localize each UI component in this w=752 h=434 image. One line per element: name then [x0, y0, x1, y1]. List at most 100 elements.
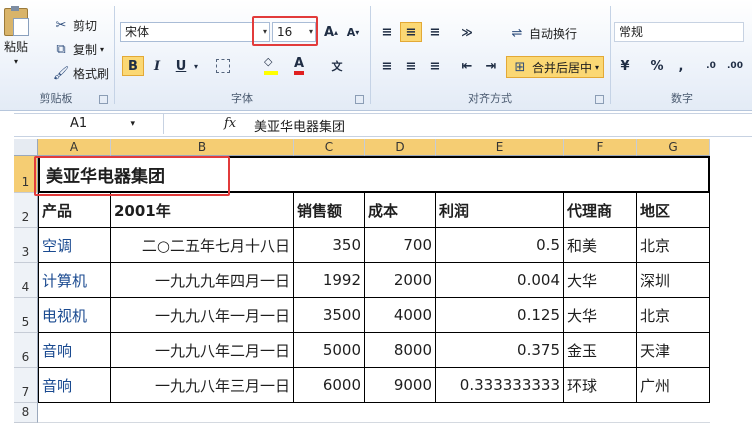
column-header-a[interactable]: A	[38, 139, 111, 156]
italic-button[interactable]: I	[146, 56, 168, 76]
profit-cell[interactable]: 0.004	[436, 263, 564, 298]
sales-cell[interactable]: 5000	[294, 333, 365, 368]
cost-cell[interactable]: 8000	[365, 333, 436, 368]
empty-row[interactable]	[38, 403, 710, 423]
product-cell[interactable]: 音响	[38, 368, 111, 403]
row-header[interactable]: 5	[14, 298, 38, 333]
format-painter-button[interactable]: 🖌 格式刷	[52, 64, 109, 82]
column-header-g[interactable]: G	[637, 139, 710, 156]
column-header-c[interactable]: C	[294, 139, 365, 156]
shrink-font-button[interactable]: A ▾	[342, 22, 364, 42]
cost-cell[interactable]: 9000	[365, 368, 436, 403]
decrease-indent-icon[interactable]: ⇤	[456, 56, 478, 76]
font-name-select[interactable]: 宋体 ▾	[120, 22, 270, 42]
sales-cell[interactable]: 350	[294, 228, 365, 263]
phonetic-icon[interactable]: 文	[326, 56, 348, 76]
merge-center-button[interactable]: ⊞ 合并后居中 ▾	[506, 56, 605, 78]
region-cell[interactable]: 北京	[637, 228, 710, 263]
row-header[interactable]: 3	[14, 228, 38, 263]
date-cell[interactable]: 一九九九年四月一日	[111, 263, 294, 298]
align-bottom-icon[interactable]: ≡	[424, 22, 446, 42]
align-top-icon[interactable]: ≡	[376, 22, 398, 42]
copy-button[interactable]: ⧉ 复制 ▾	[52, 40, 104, 58]
column-header-f[interactable]: F	[564, 139, 637, 156]
date-cell[interactable]: 二○二五年七月十八日	[111, 228, 294, 263]
product-cell[interactable]: 音响	[38, 333, 111, 368]
profit-cell[interactable]: 0.5	[436, 228, 564, 263]
clipboard-group-label: 剪贴板	[39, 92, 73, 105]
row-header[interactable]: 7	[14, 368, 38, 403]
align-middle-icon[interactable]: ≡	[400, 22, 422, 42]
orientation-icon[interactable]: ≫	[456, 22, 478, 42]
header-cell[interactable]: 2001年	[111, 193, 294, 228]
cost-cell[interactable]: 4000	[365, 298, 436, 333]
sales-cell[interactable]: 1992	[294, 263, 365, 298]
product-cell[interactable]: 电视机	[38, 298, 111, 333]
agent-cell[interactable]: 环球	[564, 368, 637, 403]
header-cell[interactable]: 利润	[436, 193, 564, 228]
region-cell[interactable]: 天津	[637, 333, 710, 368]
scissors-icon: ✂	[55, 17, 67, 33]
fx-icon[interactable]: fx	[224, 116, 236, 131]
sales-cell[interactable]: 6000	[294, 368, 365, 403]
fill-color-icon[interactable]: ◇	[260, 56, 282, 76]
product-cell[interactable]: 空调	[38, 228, 111, 263]
column-header-d[interactable]: D	[365, 139, 436, 156]
align-left-icon[interactable]: ≡	[376, 56, 398, 76]
date-cell[interactable]: 一九九八年一月一日	[111, 298, 294, 333]
agent-cell[interactable]: 大华	[564, 298, 637, 333]
column-header-b[interactable]: B	[111, 139, 294, 156]
agent-cell[interactable]: 大华	[564, 263, 637, 298]
agent-cell[interactable]: 和美	[564, 228, 637, 263]
header-cell[interactable]: 产品	[38, 193, 111, 228]
font-color-icon[interactable]: A	[288, 56, 310, 76]
region-cell[interactable]: 北京	[637, 298, 710, 333]
grow-font-button[interactable]: A ▴	[320, 22, 342, 42]
increase-decimal-icon[interactable]: .0	[700, 56, 722, 76]
dialog-launcher-icon[interactable]	[355, 95, 364, 104]
border-icon[interactable]	[212, 56, 234, 76]
region-cell[interactable]: 深圳	[637, 263, 710, 298]
product-cell[interactable]: 计算机	[38, 263, 111, 298]
date-cell[interactable]: 一九九八年二月一日	[111, 333, 294, 368]
name-box[interactable]: A1 ▾	[14, 114, 164, 134]
comma-button[interactable]: ,	[670, 56, 692, 76]
currency-icon[interactable]: ¥	[614, 56, 636, 76]
merge-icon: ⊞	[514, 59, 526, 75]
wrap-text-button[interactable]: ⇌ 自动换行	[508, 24, 577, 42]
agent-cell[interactable]: 金玉	[564, 333, 637, 368]
cost-cell[interactable]: 2000	[365, 263, 436, 298]
bold-button[interactable]: B	[122, 56, 144, 76]
formula-content[interactable]: 美亚华电器集团	[254, 116, 345, 135]
percent-button[interactable]: %	[646, 56, 668, 76]
cut-button[interactable]: ✂ 剪切	[52, 16, 97, 34]
header-cell[interactable]: 地区	[637, 193, 710, 228]
row-header[interactable]: 6	[14, 333, 38, 368]
date-cell[interactable]: 一九九八年三月一日	[111, 368, 294, 403]
select-all-corner[interactable]	[14, 139, 38, 156]
header-cell[interactable]: 成本	[365, 193, 436, 228]
region-cell[interactable]: 广州	[637, 368, 710, 403]
row-header[interactable]: 8	[14, 403, 38, 423]
paste-button[interactable]: 粘贴 ▾	[4, 6, 29, 66]
number-format-select[interactable]: 常规	[614, 22, 744, 42]
profit-cell[interactable]: 0.375	[436, 333, 564, 368]
header-cell[interactable]: 销售额	[294, 193, 365, 228]
column-header-e[interactable]: E	[436, 139, 564, 156]
sales-cell[interactable]: 3500	[294, 298, 365, 333]
number-format-value: 常规	[619, 25, 644, 39]
dialog-launcher-icon[interactable]	[99, 95, 108, 104]
align-center-icon[interactable]: ≡	[400, 56, 422, 76]
profit-cell[interactable]: 0.125	[436, 298, 564, 333]
dialog-launcher-icon[interactable]	[595, 95, 604, 104]
row-header[interactable]: 4	[14, 263, 38, 298]
increase-indent-icon[interactable]: ⇥	[480, 56, 502, 76]
chevron-down-icon[interactable]: ▾	[190, 56, 202, 76]
cost-cell[interactable]: 700	[365, 228, 436, 263]
underline-button[interactable]: U	[170, 56, 192, 76]
profit-cell[interactable]: 0.333333333	[436, 368, 564, 403]
decrease-decimal-icon[interactable]: .00	[724, 56, 746, 76]
row-header[interactable]: 2	[14, 193, 38, 228]
header-cell[interactable]: 代理商	[564, 193, 637, 228]
align-right-icon[interactable]: ≡	[424, 56, 446, 76]
